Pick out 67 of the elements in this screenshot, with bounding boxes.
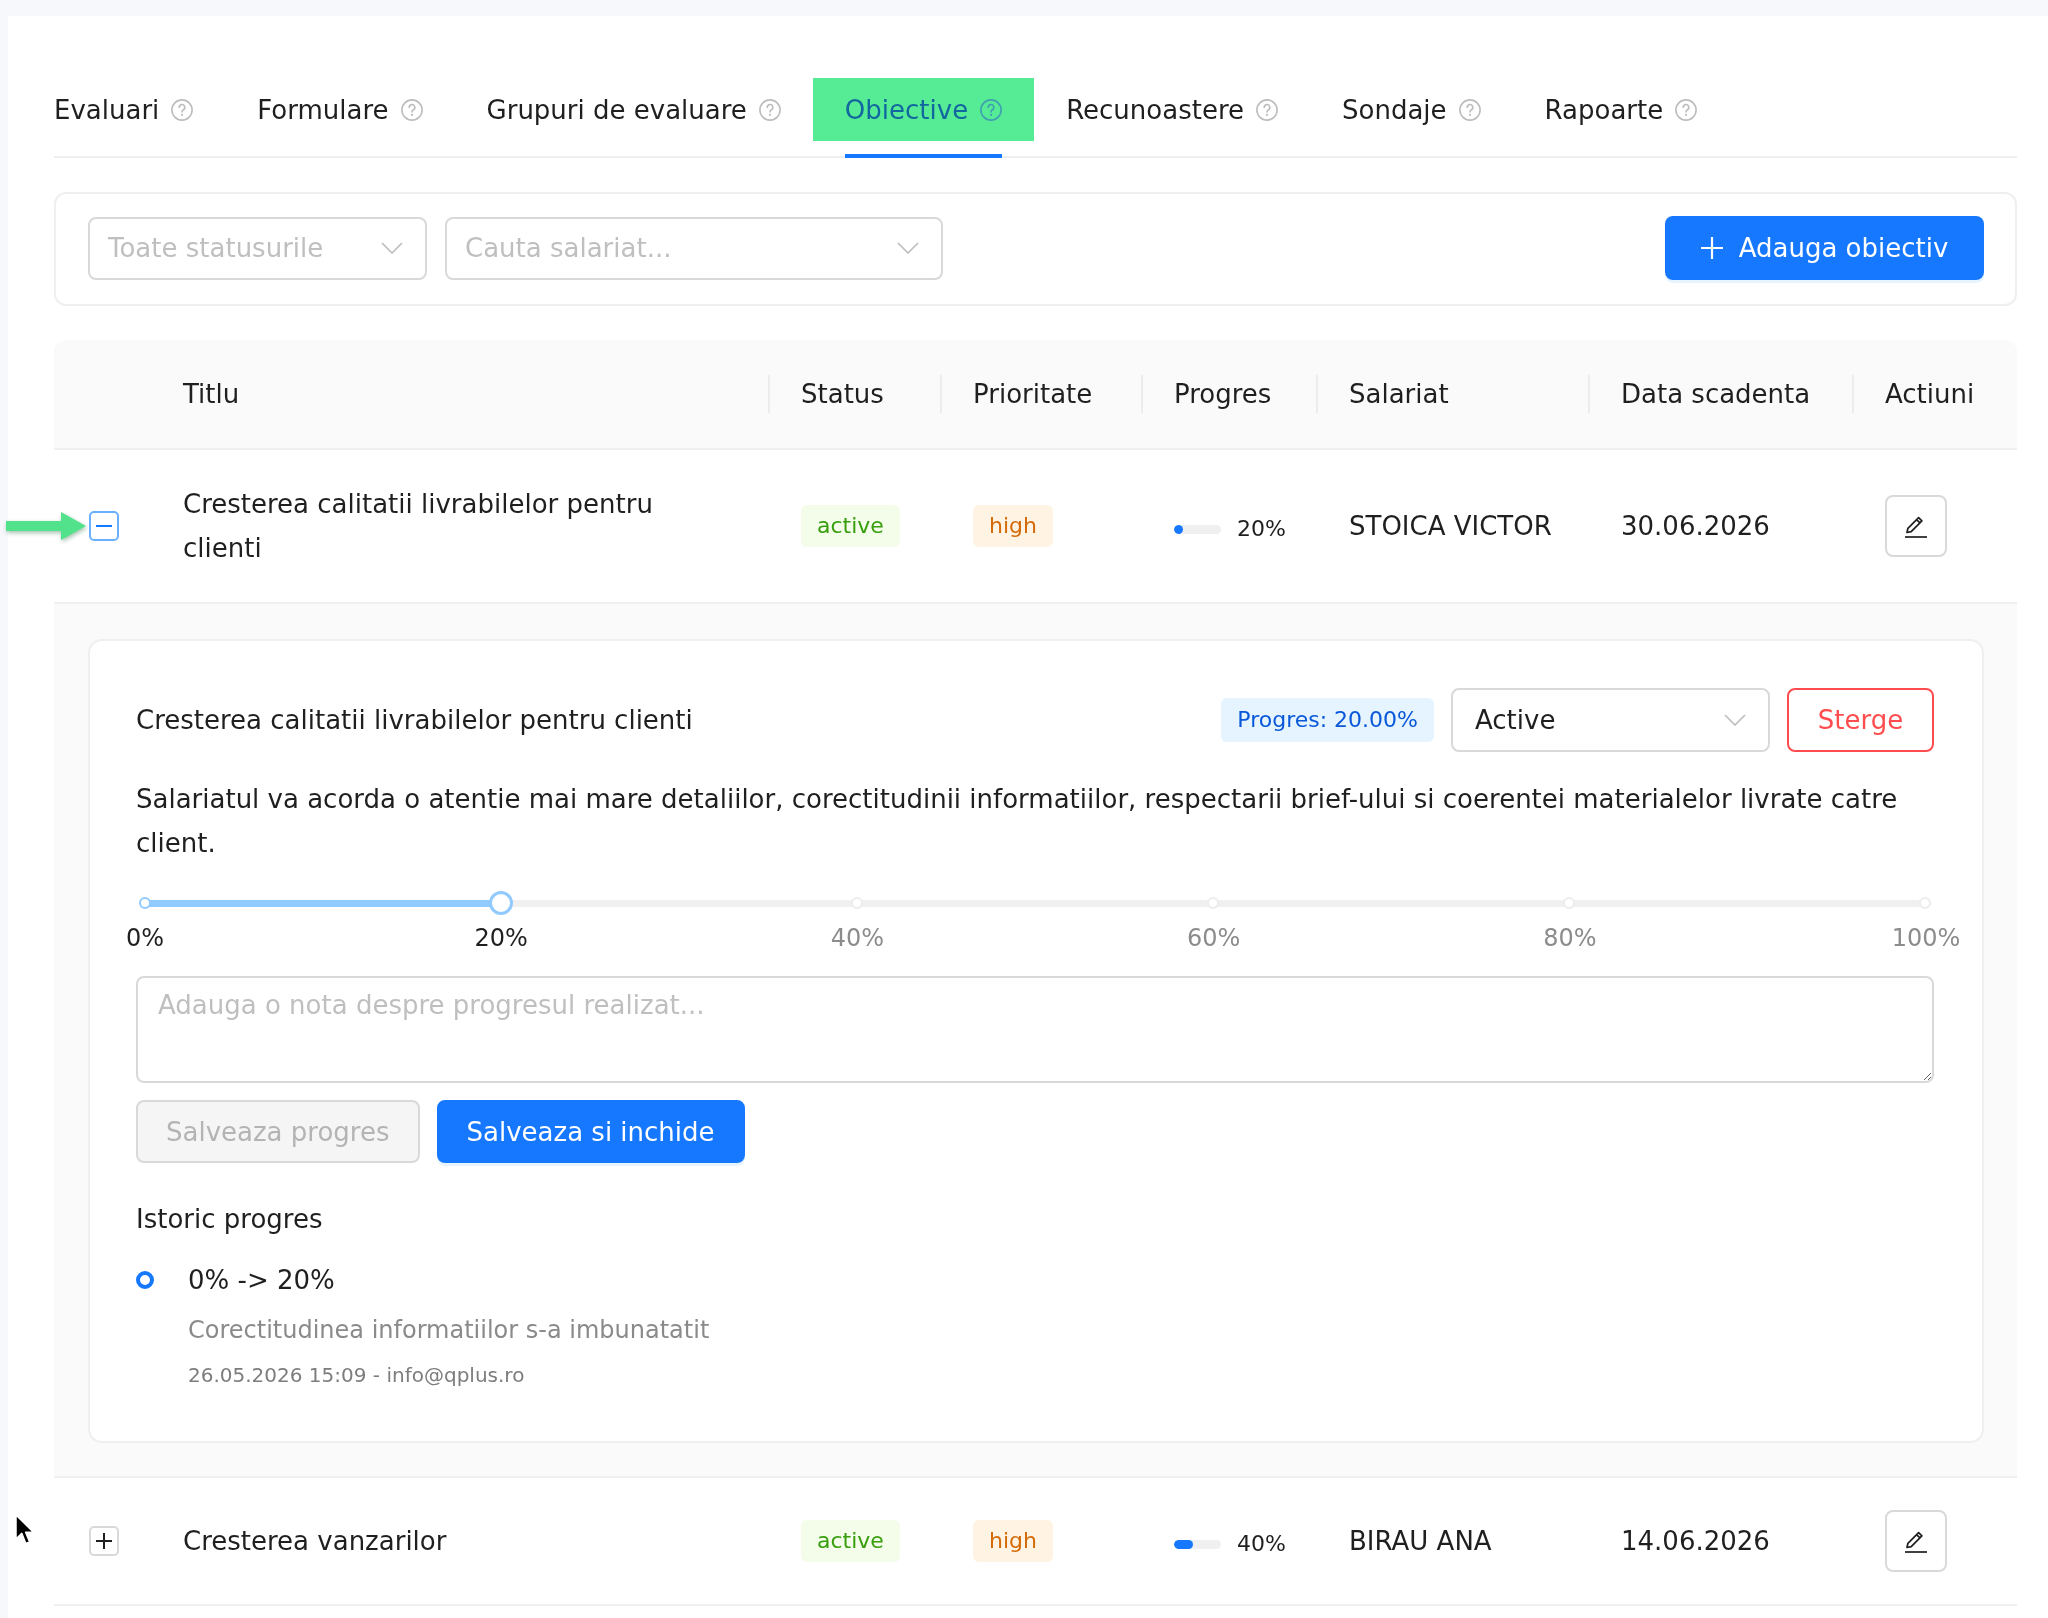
tab[interactable]: Formulare xyxy=(225,78,455,156)
tab[interactable]: Obiective xyxy=(812,78,1035,156)
expand-toggle[interactable] xyxy=(89,1526,119,1556)
save-and-close-button[interactable]: Salveaza si inchide xyxy=(436,1100,745,1163)
status-select[interactable]: Active xyxy=(1451,688,1770,752)
help-icon xyxy=(171,98,194,121)
slider-mark-label: 80% xyxy=(1543,923,1597,953)
chevron-down-icon xyxy=(381,242,403,254)
column-header: Data scadenta xyxy=(1588,340,1852,448)
chevron-down-icon xyxy=(1724,714,1746,726)
priority-tag: high xyxy=(973,505,1053,547)
tab[interactable]: Rapoarte xyxy=(1512,78,1730,156)
column-header: Prioritate xyxy=(940,340,1141,448)
progress-change: 0% -> 20% xyxy=(188,1264,336,1297)
status-tag: active xyxy=(801,505,900,547)
status-tag: active xyxy=(801,1520,900,1562)
column-header: Salariat xyxy=(1316,340,1588,448)
tab[interactable]: Recunoastere xyxy=(1034,78,1310,156)
progress-percent: 20% xyxy=(1237,515,1286,543)
history-comment: Corectitudinea informatiilor s-a imbunatatit xyxy=(188,1315,711,1346)
plus-icon xyxy=(96,1533,112,1549)
help-icon xyxy=(1458,98,1481,121)
minus-icon xyxy=(96,525,112,527)
edit-button[interactable] xyxy=(1885,495,1947,557)
right-arrow-icon xyxy=(6,510,86,542)
slider-handle[interactable] xyxy=(489,891,513,915)
employee-name: BIRAU ANA xyxy=(1349,1525,1492,1558)
cursor-icon xyxy=(15,1514,35,1546)
due-date: 14.06.2026 xyxy=(1621,1525,1770,1558)
slider-mark-label: 60% xyxy=(1186,923,1241,953)
due-date: 30.06.2026 xyxy=(1621,510,1770,543)
objective-description: Salariatul va acorda o atentie mai mare detaliilor, corectitudinii informatiilor, respectarii brief-ului si coerentei materialelor livrate catre client. xyxy=(136,783,1899,860)
help-icon xyxy=(758,98,781,121)
slider-mark-label: 20% xyxy=(474,923,528,953)
add-objective-button[interactable]: Adauga obiectiv xyxy=(1665,216,1984,280)
progress-percent: 40% xyxy=(1237,1530,1286,1558)
column-header: Status xyxy=(768,340,940,448)
employee-name: STOICA VICTOR xyxy=(1349,510,1552,543)
column-header: Titlu xyxy=(182,378,241,411)
column-header: Actiuni xyxy=(1852,340,2017,448)
tab[interactable]: Sondaje xyxy=(1310,78,1513,156)
note-field[interactable]: Adauga o nota despre progresul realizat... xyxy=(136,976,1934,1083)
chevron-down-icon xyxy=(897,242,919,254)
slider-mark-label: 40% xyxy=(830,923,885,953)
help-icon xyxy=(980,98,1003,121)
slider-mark-dot xyxy=(139,897,151,909)
timeline-dot-icon xyxy=(136,1271,154,1289)
pencil-icon xyxy=(1904,1529,1928,1553)
help-icon xyxy=(400,98,423,121)
edit-button[interactable] xyxy=(1885,1510,1947,1572)
slider-mark-label: 0% xyxy=(125,923,165,953)
column-header: Progres xyxy=(1141,340,1316,448)
tab[interactable]: Evaluari xyxy=(22,78,226,156)
tab[interactable]: Grupuri de evaluare xyxy=(454,78,813,156)
pencil-icon xyxy=(1904,514,1928,538)
expand-toggle[interactable] xyxy=(89,511,119,541)
help-icon xyxy=(1256,98,1278,121)
history-title: Istoric progres xyxy=(136,1203,324,1236)
plus-icon xyxy=(1700,237,1723,259)
progress-tag: Progres: 20.00% xyxy=(1221,698,1434,742)
slider-mark-label: 100% xyxy=(1891,923,1961,953)
detail-title: Cresterea calitatii livrabilelor pentru clienti xyxy=(136,705,693,735)
history-meta: 26.05.2026 15:09 - info@qplus.ro xyxy=(188,1362,526,1389)
objective-title: Cresterea vanzarilor xyxy=(183,1525,447,1558)
objective-title: Cresterea calitatii livrabilelor pentru clienti xyxy=(183,488,654,565)
help-icon xyxy=(1675,98,1698,121)
priority-tag: high xyxy=(973,1520,1053,1562)
